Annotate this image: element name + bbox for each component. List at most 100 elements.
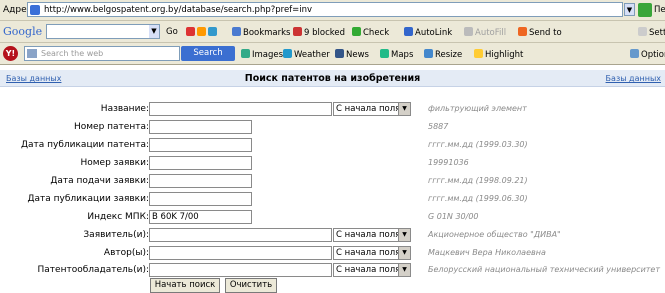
highlight-icon: [474, 49, 483, 58]
author-input[interactable]: [149, 246, 332, 260]
chevron-down-icon: ▼: [398, 247, 410, 259]
google-logo: Google: [3, 25, 43, 38]
block-icon: [293, 27, 302, 36]
search-engine-icon: [27, 49, 37, 58]
page-title: Поиск патентов на изобретения: [244, 73, 421, 84]
patent-number-hint: 5887: [428, 122, 449, 131]
patent-pub-date-hint: гггг.мм.дд (1999.03.30): [428, 140, 528, 149]
go-arrow-icon[interactable]: [638, 3, 652, 17]
options-icon: [630, 49, 639, 58]
patent-holder-input[interactable]: [149, 263, 332, 277]
ie-page-icon: [30, 5, 40, 15]
star-icon: [232, 27, 241, 36]
autofill-button[interactable]: AutoFill: [464, 27, 506, 38]
search-placeholder: Search the web: [41, 49, 104, 58]
news-button[interactable]: News: [335, 49, 369, 60]
yahoo-logo-icon[interactable]: Y!: [3, 46, 18, 61]
link-icon: [404, 27, 413, 36]
maps-button[interactable]: Maps: [380, 49, 413, 60]
filing-date-label: Дата подачи заявки:: [50, 176, 149, 186]
highlight-button[interactable]: Highlight: [474, 49, 523, 60]
start-search-button[interactable]: Начать поиск: [150, 278, 220, 293]
applicant-match-select[interactable]: С начала поля ▼: [333, 228, 411, 242]
address-url[interactable]: http://www.belgospatent.org.by/database/…: [44, 5, 312, 15]
title-match-select[interactable]: С начала поля ▼: [333, 102, 411, 116]
ipc-index-hint: G 01N 30/00: [428, 212, 479, 221]
form-row-patent-pub-date: Дата публикации патента: гггг.мм.дд (199…: [0, 137, 665, 154]
application-pub-date-label: Дата публикации заявки:: [27, 194, 150, 204]
star-icon: [197, 27, 206, 36]
application-number-label: Номер заявки:: [80, 158, 149, 168]
resize-icon: [424, 49, 433, 58]
form-row-title: Название: С начала поля ▼ фильтрующий эле…: [0, 101, 665, 118]
ipc-index-label: Индекс МПК:: [87, 212, 149, 222]
application-pub-date-hint: гггг.мм.дд (1999.06.30): [428, 194, 528, 203]
form-row-author: Автор(ы): С начала поля ▼ Мацкевич Вера Н…: [0, 245, 665, 262]
favicon-icon: [186, 27, 195, 36]
applicant-input[interactable]: [149, 228, 332, 242]
form-row-ipc-index: Индекс МПК: B 60K 7/00 G 01N 30/00: [0, 209, 665, 226]
chevron-down-icon: ▼: [398, 103, 410, 115]
resize-button[interactable]: Resize: [424, 49, 462, 60]
filing-date-hint: гггг.мм.дд (1998.09.21): [428, 176, 528, 185]
chevron-down-icon: ▼: [398, 229, 410, 241]
gear-icon: [638, 27, 647, 36]
applicant-label: Заявитель(и):: [83, 230, 149, 240]
chevron-down-icon[interactable]: ▼: [149, 25, 159, 38]
patent-holder-hint: Белорусский национальный технический уни…: [428, 265, 661, 274]
databases-link-right[interactable]: Базы данных: [606, 74, 661, 83]
filing-date-input[interactable]: [149, 174, 252, 188]
check-icon: [352, 27, 361, 36]
title-label: Название:: [100, 104, 149, 114]
images-button[interactable]: Images: [241, 49, 283, 60]
form-row-application-pub-date: Дата публикации заявки: гггг.мм.дд (1999…: [0, 191, 665, 208]
application-pub-date-input[interactable]: [149, 192, 252, 206]
autolink-button[interactable]: AutoLink: [404, 27, 452, 38]
patent-number-input[interactable]: [149, 120, 252, 134]
patent-pub-date-input[interactable]: [149, 138, 252, 152]
page-header: Базы данных Поиск патентов на изобретени…: [0, 70, 665, 87]
google-search-input[interactable]: ▼: [46, 24, 160, 39]
title-hint: фильтрующий элемент: [428, 104, 527, 113]
google-settings-button[interactable]: Settings: [638, 27, 665, 38]
application-number-hint: 19991036: [428, 158, 469, 167]
yahoo-toolbar: Y! Search the web Search Images Weather …: [0, 43, 665, 65]
author-label: Автор(ы):: [103, 248, 149, 258]
address-field[interactable]: http://www.belgospatent.org.by/database/…: [27, 2, 623, 17]
google-toolbar: Google ▼ Go Bookmarks 9 blocked Check Au…: [0, 21, 665, 43]
check-button[interactable]: Check: [352, 27, 389, 38]
options-button[interactable]: Options: [630, 49, 665, 60]
applicant-hint: Акционерное общество "ДИВА": [428, 230, 561, 239]
form-row-application-number: Номер заявки: 19991036: [0, 155, 665, 172]
form-row-patent-holder: Патентообладатель(и): С начала поля ▼ Бел…: [0, 262, 665, 279]
autofill-icon: [464, 27, 473, 36]
clear-button[interactable]: Очистить: [225, 278, 277, 293]
author-hint: Мацкевич Вера Николаевна: [428, 248, 546, 257]
application-number-input[interactable]: [149, 156, 252, 170]
send-icon: [518, 27, 527, 36]
patent-holder-match-select[interactable]: С начала поля ▼: [333, 263, 411, 277]
title-input[interactable]: [149, 102, 332, 116]
chevron-down-icon: ▼: [398, 264, 410, 276]
page-icon: [208, 27, 217, 36]
web-search-button[interactable]: Search: [181, 46, 235, 61]
address-dropdown-icon[interactable]: ▼: [624, 3, 635, 16]
popup-blocked-button[interactable]: 9 blocked: [293, 27, 345, 38]
web-search-input[interactable]: Search the web: [24, 46, 180, 61]
weather-icon: [283, 49, 292, 58]
patent-holder-label: Патентообладатель(и):: [37, 265, 150, 275]
google-go-button[interactable]: Go: [166, 27, 178, 37]
ipc-index-input[interactable]: B 60K 7/00: [149, 210, 252, 224]
patent-pub-date-label: Дата публикации патента:: [20, 140, 149, 150]
go-button[interactable]: Переход: [654, 5, 665, 15]
news-icon: [335, 49, 344, 58]
weather-button[interactable]: Weather: [283, 49, 330, 60]
image-icon: [241, 49, 250, 58]
address-bar: Адрес http://www.belgospatent.org.by/dat…: [0, 0, 665, 21]
google-extra-icons[interactable]: [186, 27, 219, 38]
sendto-button[interactable]: Send to: [518, 27, 562, 38]
bookmarks-button[interactable]: Bookmarks: [232, 27, 291, 38]
author-match-select[interactable]: С начала поля ▼: [333, 246, 411, 260]
map-icon: [380, 49, 389, 58]
form-row-patent-number: Номер патента: 5887: [0, 119, 665, 136]
